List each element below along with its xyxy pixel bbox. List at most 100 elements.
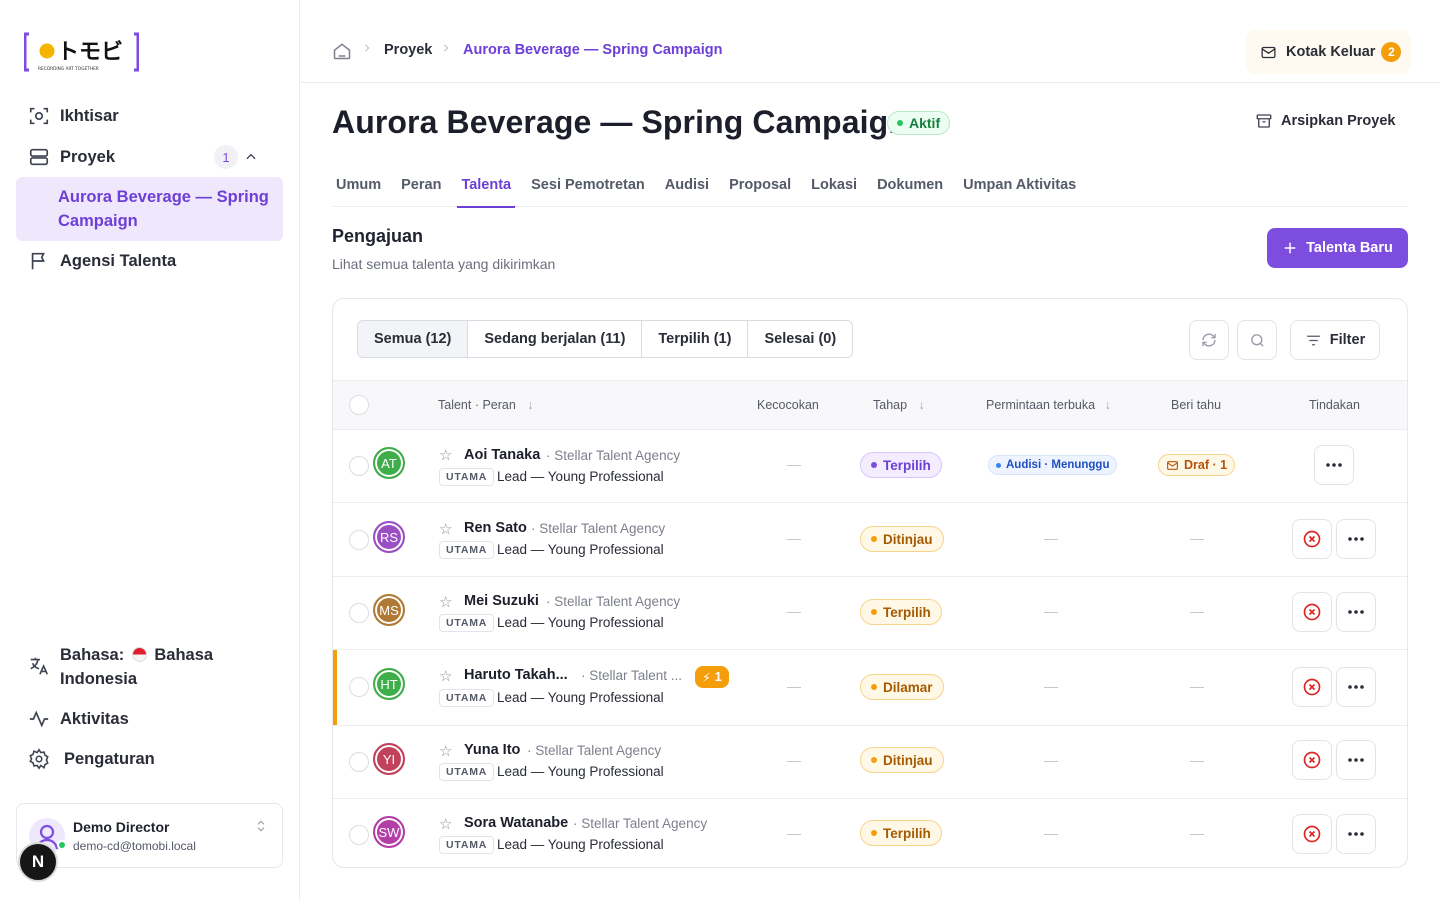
row-checkbox[interactable] [349,530,369,550]
stage-label: Terpilih [883,825,931,841]
search-button[interactable] [1237,320,1277,360]
tab-peran[interactable]: Peran [397,165,445,207]
more-actions-button[interactable] [1314,445,1354,485]
tab-audisi[interactable]: Audisi [661,165,713,207]
star-icon[interactable]: ☆ [439,667,452,685]
request-value: — [1044,603,1058,619]
star-icon[interactable]: ☆ [439,815,452,833]
chevron-up-icon[interactable] [244,150,258,169]
filter-in-progress[interactable]: Sedang berjalan (11) [468,321,643,357]
stage-badge: Terpilih [860,599,942,625]
online-indicator [57,840,67,850]
more-actions-button[interactable] [1336,740,1376,780]
more-actions-button[interactable] [1336,592,1376,632]
star-icon[interactable]: ☆ [439,593,452,611]
talent-agency: · Stellar Talent Agency [573,816,708,831]
stage-badge: Ditinjau [860,747,944,773]
reject-button[interactable] [1292,740,1332,780]
mail-icon [1166,459,1179,472]
table-row[interactable]: YI ☆ Yuna Ito · Stellar Talent Agency UT… [333,726,1407,799]
home-icon[interactable] [332,41,352,66]
table-row[interactable]: RS ☆ Ren Sato · Stellar Talent Agency UT… [333,503,1407,577]
tab-lokasi[interactable]: Lokasi [807,165,861,207]
tab-sesi-pemotretan[interactable]: Sesi Pemotretan [527,165,649,207]
notify-label: Draf · 1 [1184,458,1228,472]
more-actions-button[interactable] [1336,519,1376,559]
reject-button[interactable] [1292,814,1332,854]
row-checkbox[interactable] [349,677,369,697]
talent-name[interactable]: Yuna Ito [464,742,520,758]
sort-icon: ↓ [1104,398,1111,412]
col-open-requests[interactable]: Permintaan terbuka ↓ [986,398,1111,412]
refresh-button[interactable] [1189,320,1229,360]
role-tag: UTAMA [439,836,495,854]
svg-text:トモビ: トモビ [57,40,123,65]
row-checkbox[interactable] [349,752,369,772]
request-badge[interactable]: Audisi · Menunggu [988,455,1118,475]
role-tag: UTAMA [439,763,495,781]
talent-name[interactable]: Aoi Tanaka [464,447,540,463]
star-icon[interactable]: ☆ [439,446,452,464]
star-icon[interactable]: ☆ [439,742,452,760]
select-all-checkbox[interactable] [349,395,369,415]
tab-umpan-aktivitas[interactable]: Umpan Aktivitas [959,165,1080,207]
activity-icon [28,708,50,730]
sidebar-item-activity[interactable]: Aktivitas [16,707,283,731]
talent-name[interactable]: Mei Suzuki [464,593,539,609]
role-name: Lead — Young Professional [497,764,664,779]
role-name: Lead — Young Professional [497,690,664,705]
sidebar-item-overview[interactable]: Ikhtisar [16,104,283,128]
tab-dokumen[interactable]: Dokumen [873,165,947,207]
more-actions-button[interactable] [1336,814,1376,854]
sidebar-item-talent-agencies[interactable]: Agensi Talenta [16,249,283,273]
col-stage[interactable]: Tahap ↓ [873,398,925,412]
reject-button[interactable] [1292,519,1332,559]
notify-value: — [1190,825,1204,841]
sidebar-item-active-project[interactable]: Aurora Beverage — Spring Campaign [16,177,283,241]
table-row[interactable]: AT ☆ Aoi Tanaka · Stellar Talent Agency … [333,430,1407,503]
filter-done[interactable]: Selesai (0) [748,321,852,357]
reject-button[interactable] [1292,667,1332,707]
more-actions-button[interactable] [1336,667,1376,707]
warning-badge[interactable]: ⚡ 1 [695,666,729,688]
notify-badge[interactable]: Draf · 1 [1158,454,1236,476]
col-talent[interactable]: Talent · Peran ↓ [438,398,534,412]
tab-talenta[interactable]: Talenta [457,165,515,208]
gear-icon [28,748,50,770]
talent-name[interactable]: Sora Watanabe [464,815,568,831]
reject-icon [1302,602,1322,622]
row-checkbox[interactable] [349,825,369,845]
talent-name[interactable]: Haruto Takah... [464,667,568,683]
tab-proposal[interactable]: Proposal [725,165,795,207]
sidebar-item-projects[interactable]: Proyek [16,145,283,169]
outbox-button[interactable]: Kotak Keluar 2 [1246,30,1411,74]
new-talent-label: Talenta Baru [1306,240,1393,256]
breadcrumb-projects[interactable]: Proyek [384,42,432,58]
table-row[interactable]: HT ☆ Haruto Takah... · Stellar Talent ..… [333,650,1407,726]
talent-name[interactable]: Ren Sato [464,520,527,536]
filter-button[interactable]: Filter [1290,320,1380,360]
stage-label: Terpilih [883,457,931,473]
tab-umum[interactable]: Umum [332,165,385,207]
more-icon [1347,536,1365,542]
language-switcher[interactable]: Bahasa: Bahasa Indonesia [16,643,283,691]
star-icon[interactable]: ☆ [439,520,452,538]
mail-icon [1260,44,1277,61]
devtools-badge[interactable]: N [18,842,58,882]
new-talent-button[interactable]: Talenta Baru [1267,228,1408,268]
filter-selected[interactable]: Terpilih (1) [642,321,749,357]
avatar: RS [373,521,405,553]
filter-all[interactable]: Semua (12) [358,321,469,357]
role-tag: UTAMA [439,541,495,559]
breadcrumb-current[interactable]: Aurora Beverage — Spring Campaign [463,42,722,58]
row-checkbox[interactable] [349,603,369,623]
row-checkbox[interactable] [349,456,369,476]
archive-project-button[interactable]: Arsipkan Proyek [1255,112,1395,130]
table-row[interactable]: SW ☆ Sora Watanabe · Stellar Talent Agen… [333,799,1407,867]
outbox-label: Kotak Keluar [1286,44,1376,60]
reject-button[interactable] [1292,592,1332,632]
brand-logo[interactable]: トモビ RECORDING ART TOGETHER [23,32,140,72]
avatar: SW [373,816,405,848]
sidebar-item-settings[interactable]: Pengaturan [16,747,283,771]
table-row[interactable]: MS ☆ Mei Suzuki · Stellar Talent Agency … [333,577,1407,650]
